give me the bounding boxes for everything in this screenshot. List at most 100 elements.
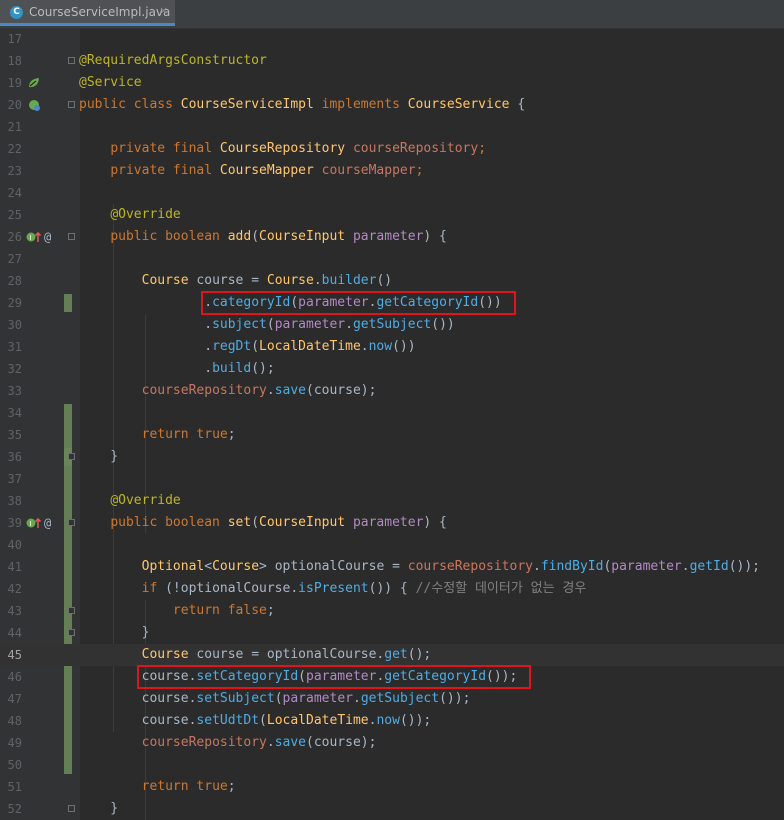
code-line[interactable]: 38 @Override <box>0 490 784 512</box>
fold-toggle-icon[interactable] <box>68 805 75 812</box>
code-line[interactable]: 30 .subject(parameter.getSubject()) <box>0 314 784 336</box>
code-line[interactable]: 25 @Override <box>0 204 784 226</box>
code-text[interactable]: courseRepository.save(course); <box>79 380 377 402</box>
code-line[interactable]: 19 @Service <box>0 72 784 94</box>
code-text[interactable]: @Override <box>79 490 180 512</box>
code-line[interactable]: 31 .regDt(LocalDateTime.now()) <box>0 336 784 358</box>
line-number: 28 <box>7 274 22 288</box>
code-line[interactable]: 47 course.setSubject(parameter.getSubjec… <box>0 688 784 710</box>
code-text[interactable]: } <box>79 622 150 644</box>
code-line[interactable]: 21 <box>0 116 784 138</box>
code-token: . <box>352 691 361 706</box>
code-token: CourseMapper <box>219 163 322 178</box>
code-text[interactable]: Optional<Course> optionalCourse = course… <box>79 556 760 578</box>
fold-toggle-icon[interactable] <box>68 453 75 460</box>
code-line[interactable]: 41 Optional<Course> optionalCourse = cou… <box>0 556 784 578</box>
line-number: 33 <box>7 384 22 398</box>
code-text[interactable]: return false; <box>79 600 275 622</box>
code-text[interactable]: course.setSubject(parameter.getSubject()… <box>79 688 471 710</box>
code-line[interactable]: 17 <box>0 28 784 50</box>
code-line[interactable]: 24 <box>0 182 784 204</box>
code-text[interactable]: private final CourseMapper courseMapper; <box>79 160 423 182</box>
code-token: setSubject <box>196 691 275 706</box>
code-text[interactable]: } <box>79 798 118 820</box>
fold-toggle-icon[interactable] <box>68 233 75 240</box>
code-line[interactable]: 23 private final CourseMapper courseMapp… <box>0 160 784 182</box>
code-text[interactable]: if (!optionalCourse.isPresent()) { //수정할… <box>79 578 587 600</box>
implements-icon[interactable] <box>27 98 41 116</box>
code-token: now <box>368 339 393 354</box>
code-text[interactable]: } <box>79 446 118 468</box>
line-number: 46 <box>7 670 22 684</box>
code-text[interactable]: courseRepository.save(course); <box>79 732 377 754</box>
code-text[interactable]: @Override <box>79 204 180 226</box>
code-token: . <box>204 361 213 376</box>
line-number: 52 <box>7 802 22 816</box>
code-line[interactable]: 36 } <box>0 446 784 468</box>
code-line[interactable]: 50 <box>0 754 784 776</box>
code-text[interactable]: Course course = Course.builder() <box>79 270 393 292</box>
code-token: ()); <box>399 713 432 728</box>
code-text[interactable]: return true; <box>79 776 236 798</box>
code-text[interactable]: course.setUdtDt(LocalDateTime.now()); <box>79 710 432 732</box>
code-text[interactable]: return true; <box>79 424 236 446</box>
code-line[interactable]: 45 Course course = optionalCourse.get(); <box>0 644 784 666</box>
code-line[interactable]: 40 <box>0 534 784 556</box>
code-line[interactable]: 42 if (!optionalCourse.isPresent()) { //… <box>0 578 784 600</box>
code-line[interactable]: 37 <box>0 468 784 490</box>
code-text[interactable]: @RequiredArgsConstructor <box>79 50 267 72</box>
code-token: ()) { <box>368 581 416 596</box>
override-up-icon[interactable]: I <box>26 230 42 248</box>
code-line[interactable]: 35 return true; <box>0 424 784 446</box>
code-token: setUdtDt <box>196 713 260 728</box>
code-line[interactable]: 44 } <box>0 622 784 644</box>
code-line[interactable]: 33 courseRepository.save(course); <box>0 380 784 402</box>
code-line[interactable]: 51 return true; <box>0 776 784 798</box>
code-token: courseRepository <box>141 383 267 398</box>
spring-bean-icon[interactable] <box>27 76 41 94</box>
code-text[interactable]: .build(); <box>79 358 274 380</box>
override-up-icon[interactable]: I <box>26 516 42 534</box>
code-line[interactable]: 49 courseRepository.save(course); <box>0 732 784 754</box>
code-text[interactable]: private final CourseRepository courseRep… <box>79 138 486 160</box>
code-line[interactable]: 22 private final CourseRepository course… <box>0 138 784 160</box>
code-line[interactable]: 20 public class CourseServiceImpl impleme… <box>0 94 784 116</box>
close-tab-icon[interactable]: × <box>159 4 168 17</box>
code-line[interactable]: 32 .build(); <box>0 358 784 380</box>
fold-toggle-icon[interactable] <box>68 519 75 526</box>
code-line[interactable]: 28 Course course = Course.builder() <box>0 270 784 292</box>
code-line[interactable]: 34 <box>0 402 784 424</box>
code-line[interactable]: 27 <box>0 248 784 270</box>
line-number: 51 <box>7 780 22 794</box>
code-line[interactable]: 43 return false; <box>0 600 784 622</box>
fold-toggle-icon[interactable] <box>68 629 75 636</box>
code-editor[interactable]: 17 18 @RequiredArgsConstructor 19 @Service 20… <box>0 28 784 820</box>
fold-toggle-icon[interactable] <box>68 607 75 614</box>
fold-toggle-icon[interactable] <box>68 101 75 108</box>
code-token: subject <box>212 317 267 332</box>
code-token: return true <box>141 779 228 794</box>
code-text[interactable]: .subject(parameter.getSubject()) <box>79 314 455 336</box>
code-text[interactable]: .regDt(LocalDateTime.now()) <box>79 336 415 358</box>
code-text[interactable]: public boolean set(CourseInput parameter… <box>79 512 447 534</box>
code-token: parameter <box>611 559 682 574</box>
code-line[interactable]: 52 } <box>0 798 784 820</box>
code-text[interactable]: public class CourseServiceImpl implement… <box>79 94 525 116</box>
code-line[interactable]: 39 public boolean set(CourseInput parame… <box>0 512 784 534</box>
file-tab[interactable]: C CourseServiceImpl.java × <box>0 0 175 26</box>
code-line[interactable]: 48 course.setUdtDt(LocalDateTime.now()); <box>0 710 784 732</box>
fold-toggle-icon[interactable] <box>68 57 75 64</box>
code-text[interactable]: @Service <box>79 72 142 94</box>
code-text[interactable]: Course course = optionalCourse.get(); <box>79 644 432 666</box>
code-line[interactable]: 26 public boolean add(CourseInput parame… <box>0 226 784 248</box>
code-line[interactable]: 18 @RequiredArgsConstructor <box>0 50 784 72</box>
code-text[interactable]: public boolean add(CourseInput parameter… <box>79 226 447 248</box>
line-number: 38 <box>7 494 22 508</box>
svg-text:I: I <box>30 234 32 242</box>
